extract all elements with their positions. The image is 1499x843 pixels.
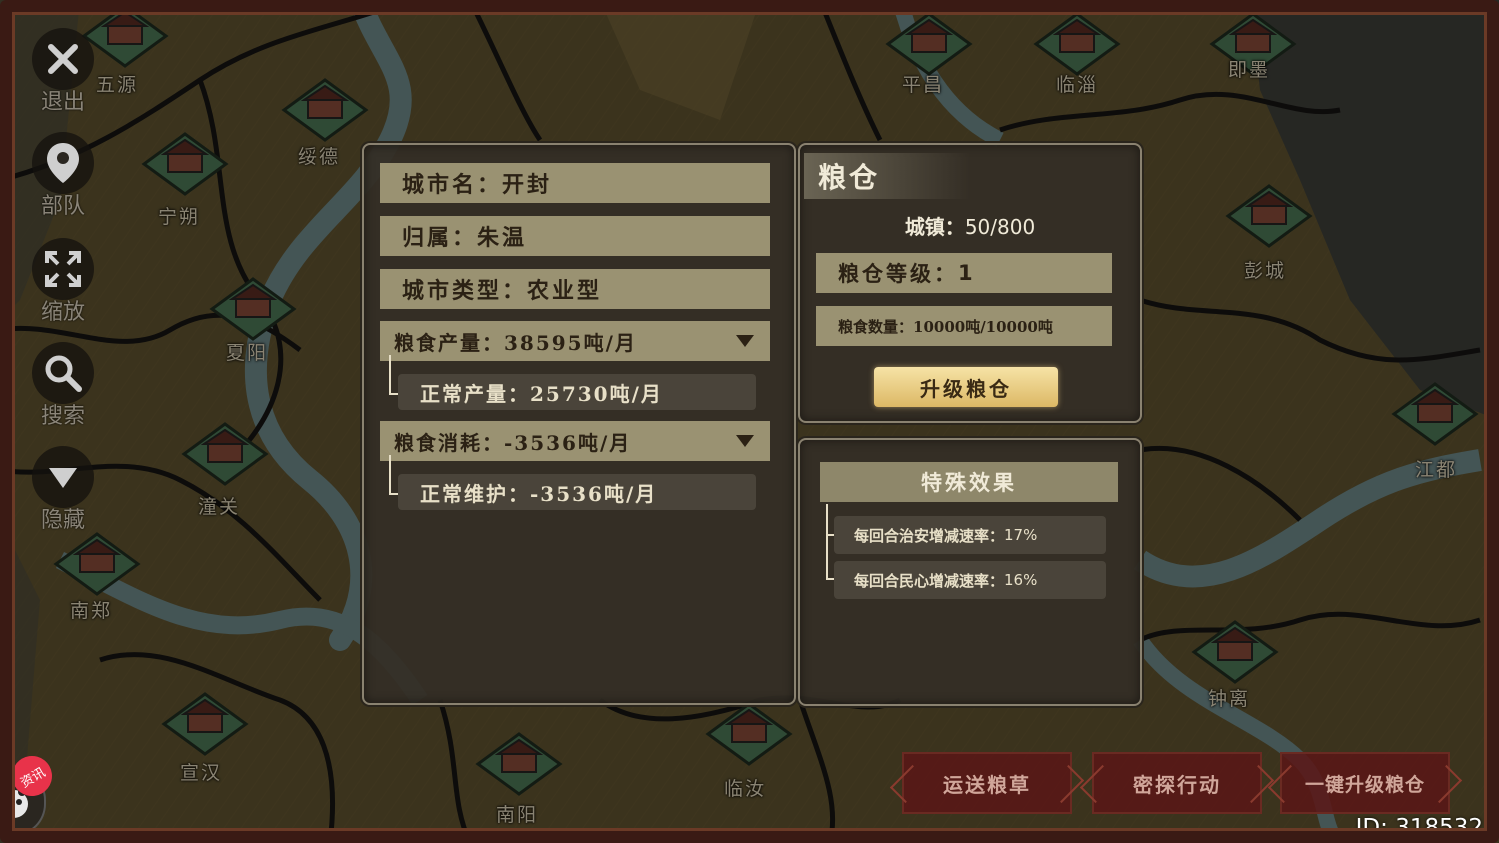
city-name-label: 宁朔 — [158, 206, 201, 228]
city-type-row: 城市类型： 农业型 — [380, 269, 770, 309]
upgrade-granary-button[interactable]: 升级粮仓 — [874, 367, 1058, 407]
city-name-label: 钟离 — [1208, 688, 1251, 710]
search-icon — [32, 342, 94, 404]
owner-label: 归属： — [402, 225, 478, 251]
normal-production-value: 25730吨/月 — [530, 381, 663, 406]
city-name-label: 平昌 — [902, 74, 945, 96]
special-effects-title: 特殊效果 — [820, 462, 1118, 502]
food-production-label: 粮食产量： — [394, 330, 504, 355]
normal-production-row: 正常产量： 25730吨/月 — [398, 374, 756, 410]
dropdown-arrow-icon[interactable] — [736, 435, 754, 447]
food-amount-row: 粮食数量： 10000吨/10000吨 — [816, 306, 1112, 346]
troops-button[interactable]: 部队 — [30, 132, 96, 220]
food-production-value: 38595吨/月 — [504, 330, 637, 355]
granary-panel: 粮仓 城镇：50/800 粮仓等级： 1 粮食数量： 10000吨/10000吨… — [798, 143, 1142, 423]
food-production-row[interactable]: 粮食产量： 38595吨/月 — [380, 321, 770, 361]
town-count: 城镇：50/800 — [800, 211, 1140, 240]
city-name-label: 城市名： — [402, 172, 503, 198]
food-consumption-value: -3536吨/月 — [504, 430, 632, 455]
food-consumption-row[interactable]: 粮食消耗： -3536吨/月 — [380, 421, 770, 461]
exit-button[interactable]: 退出 — [30, 28, 96, 116]
food-consumption-label: 粮食消耗： — [394, 430, 504, 455]
normal-production-label: 正常产量： — [420, 381, 530, 406]
city-name-label: 绥德 — [298, 146, 341, 168]
normal-maintenance-row: 正常维护： -3536吨/月 — [398, 474, 756, 510]
granary-level-label: 粮仓等级： — [838, 261, 958, 286]
hide-label: 隐藏 — [40, 508, 85, 533]
effect-label: 每回合民心增减速率： — [854, 571, 1005, 590]
owner-row: 归属： 朱温 — [380, 216, 770, 256]
special-effects-panel: 特殊效果 每回合治安增减速率： 17% 每回合民心增减速率： 16% — [798, 438, 1142, 706]
normal-maintenance-value: -3536吨/月 — [530, 481, 658, 506]
city-name-label: 江都 — [1415, 459, 1458, 481]
exit-label: 退出 — [40, 90, 85, 115]
effect-value: 17% — [1004, 526, 1038, 544]
effect-value: 16% — [1004, 571, 1038, 589]
food-amount-label: 粮食数量： — [838, 317, 914, 336]
town-label: 城镇： — [904, 215, 965, 239]
owner-value: 朱温 — [477, 225, 528, 251]
effect-label: 每回合治安增减速率： — [854, 526, 1005, 545]
granary-level-value: 1 — [958, 261, 976, 285]
city-name-label: 临汝 — [724, 778, 767, 800]
city-name-label: 潼关 — [198, 496, 241, 518]
user-id: ID: 318532 — [1355, 815, 1483, 841]
city-name-label: 临淄 — [1056, 74, 1099, 96]
city-name-label: 彭城 — [1244, 260, 1287, 282]
triangle-down-icon — [32, 446, 94, 508]
city-name-label: 夏阳 — [226, 342, 269, 364]
expand-icon — [32, 238, 94, 300]
city-name-row: 城市名： 开封 — [380, 163, 770, 203]
close-icon — [32, 28, 94, 90]
normal-maintenance-label: 正常维护： — [420, 481, 530, 506]
food-amount-value: 10000吨/10000吨 — [913, 317, 1053, 336]
spy-action-button[interactable]: 密探行动 — [1092, 752, 1262, 814]
granary-level-row: 粮仓等级： 1 — [816, 253, 1112, 293]
city-name-label: 南阳 — [496, 804, 539, 826]
zoom-label: 缩放 — [40, 300, 85, 325]
dropdown-arrow-icon[interactable] — [736, 335, 754, 347]
city-name-value: 开封 — [502, 172, 553, 198]
city-type-label: 城市类型： — [402, 278, 528, 304]
city-name-label: 宣汉 — [180, 762, 223, 784]
location-pin-icon — [32, 132, 94, 194]
hide-button[interactable]: 隐藏 — [30, 446, 96, 534]
transport-supplies-button[interactable]: 运送粮草 — [902, 752, 1072, 814]
search-label: 搜索 — [40, 404, 85, 429]
city-name-label: 即墨 — [1228, 59, 1271, 81]
troops-label: 部队 — [40, 194, 85, 219]
granary-title-bar: 粮仓 — [804, 153, 970, 199]
city-type-value: 农业型 — [527, 278, 603, 304]
effect-row: 每回合民心增减速率： 16% — [834, 561, 1106, 599]
town-value: 50/800 — [964, 215, 1036, 239]
city-info-panel: 城市名： 开封 归属： 朱温 城市类型： 农业型 粮食产量： 38595吨/月 … — [362, 143, 796, 705]
city-name-label: 五源 — [96, 74, 139, 96]
city-name-label: 南郑 — [70, 600, 113, 622]
zoom-button[interactable]: 缩放 — [30, 238, 96, 326]
effect-row: 每回合治安增减速率： 17% — [834, 516, 1106, 554]
granary-title: 粮仓 — [818, 161, 881, 194]
upgrade-all-granaries-button[interactable]: 一键升级粮仓 — [1280, 752, 1450, 814]
search-button[interactable]: 搜索 — [30, 342, 96, 430]
